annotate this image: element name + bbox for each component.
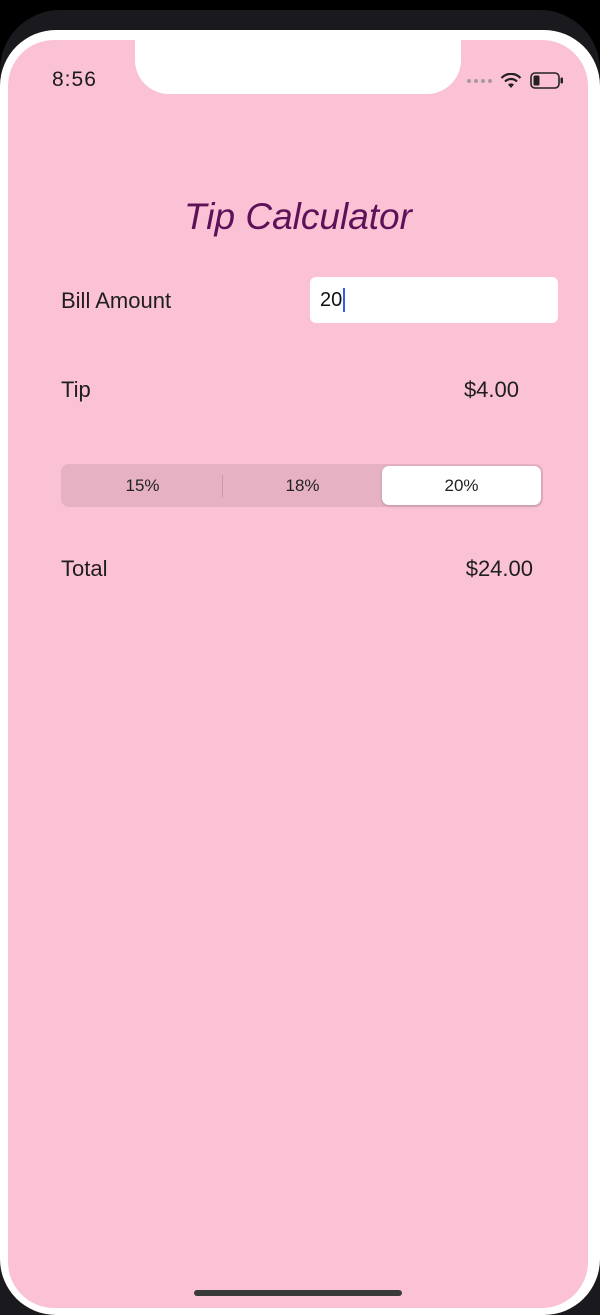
text-cursor xyxy=(343,288,346,312)
tip-option-18[interactable]: 18% xyxy=(223,466,382,505)
bill-amount-label: Bill Amount xyxy=(61,288,172,313)
tip-value: $4.00 xyxy=(463,377,519,402)
tip-option-20[interactable]: 20% xyxy=(382,466,541,505)
home-indicator[interactable] xyxy=(194,1290,402,1296)
tip-option-15[interactable]: 15% xyxy=(63,466,222,505)
tip-label: Tip xyxy=(61,377,91,402)
page-title: Tip Calculator xyxy=(184,196,412,237)
cellular-signal-icon xyxy=(467,78,492,83)
total-label: Total xyxy=(61,556,108,581)
notch xyxy=(135,40,461,94)
wifi-icon xyxy=(500,72,522,88)
tip-percentage-control[interactable]: 15% 18% 20% xyxy=(61,464,543,507)
status-icons xyxy=(467,72,564,89)
status-time: 8:56 xyxy=(52,68,97,91)
total-value: $24.00 xyxy=(465,556,533,581)
bill-amount-input[interactable]: 20 xyxy=(310,277,558,323)
app-screen: 8:56 Tip Calculator Bill Amount 20 Tip $… xyxy=(8,40,588,1308)
battery-icon xyxy=(530,72,563,89)
bill-amount-value: 20 xyxy=(320,288,343,311)
